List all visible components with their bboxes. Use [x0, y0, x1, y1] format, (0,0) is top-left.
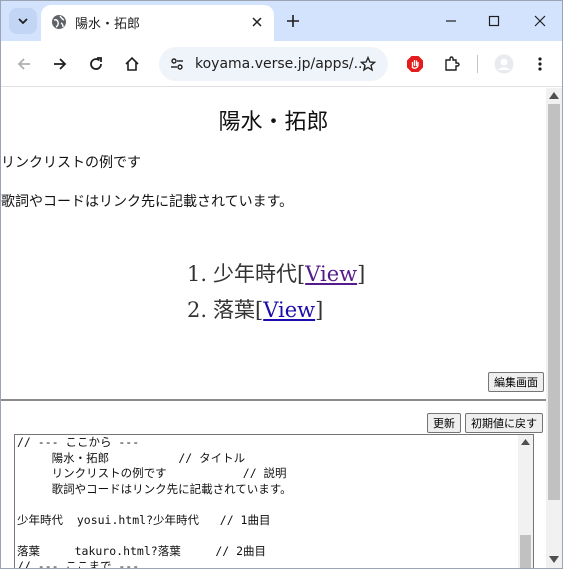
toolbar-divider [477, 55, 478, 73]
browser-window: 陽水・拓郎 koyama.verse.jp/apps/... 陽水・拓郎 リンク… [0, 0, 563, 569]
editor-line: 落葉 takuro.html?落葉 // 2曲目 [17, 543, 267, 558]
list-item-number: 1. [187, 262, 208, 286]
list-item: 2. 落葉[View] [187, 294, 365, 330]
extensions-button[interactable] [441, 53, 463, 75]
list-item: 1. 少年時代[View] [187, 258, 365, 294]
reload-button[interactable] [85, 53, 107, 75]
view-link[interactable]: View [305, 262, 357, 286]
editor-line: // --- ここから --- [17, 435, 140, 449]
arrow-left-icon [17, 58, 30, 70]
menu-button[interactable] [529, 53, 551, 75]
scroll-up-icon [521, 439, 530, 445]
page-title: 陽水・拓郎 [218, 110, 329, 135]
page-viewport: 陽水・拓郎 リンクリストの例です 歌詞やコードはリンク先に記載されています。 1… [1, 88, 546, 568]
maximize-button[interactable] [484, 11, 504, 31]
window-close-button[interactable] [530, 11, 550, 31]
song-title: 少年時代 [213, 262, 297, 286]
avatar-icon [494, 54, 514, 74]
address-bar[interactable]: koyama.verse.jp/apps/... [159, 47, 388, 81]
editor-line: // --- ここまで --- [17, 559, 140, 568]
section-divider [1, 399, 546, 401]
reload-icon [90, 57, 102, 70]
tab-close-button[interactable] [248, 13, 266, 31]
scroll-up-icon [549, 92, 559, 99]
update-button[interactable]: 更新 [427, 413, 461, 433]
scroll-down-icon [549, 556, 559, 563]
close-icon [252, 17, 262, 27]
bracket-close: ] [315, 298, 324, 322]
view-link[interactable]: View [263, 298, 315, 322]
plus-icon [287, 15, 299, 27]
minimize-icon [446, 20, 456, 22]
list-item-number: 2. [187, 298, 208, 322]
extension-stop-button[interactable] [404, 53, 426, 75]
editor-scrollbar[interactable] [518, 435, 533, 568]
new-tab-button[interactable] [283, 11, 303, 31]
puzzle-icon [445, 56, 460, 71]
home-icon [125, 56, 139, 71]
url-text: koyama.verse.jp/apps/... [195, 56, 367, 72]
tab-title: 陽水・拓郎 [75, 17, 141, 32]
browser-toolbar: koyama.verse.jp/apps/... [1, 41, 562, 87]
page-description: リンクリストの例です [1, 155, 141, 171]
editor-line: 陽水・拓郎 // タイトル [17, 450, 246, 465]
editor-scroll-thumb[interactable] [520, 535, 531, 568]
profile-button[interactable] [493, 53, 515, 75]
page-scrollbar[interactable] [546, 88, 562, 568]
forward-button[interactable] [49, 53, 71, 75]
tab-search-button[interactable] [9, 8, 37, 34]
maximize-icon [488, 15, 500, 27]
editor-line: 少年時代 yosui.html?少年時代 // 1曲目 [17, 512, 271, 527]
bracket-open: [ [297, 262, 306, 286]
page-scroll-thumb[interactable] [548, 104, 560, 500]
reset-button[interactable]: 初期値に戻す [465, 413, 543, 433]
home-button[interactable] [121, 53, 143, 75]
editor-line: リンクリストの例です // 説明 [17, 466, 287, 480]
hand-stop-icon [407, 56, 423, 72]
minimize-button[interactable] [441, 11, 461, 31]
editor-lines: // --- ここから --- 陽水・拓郎 // タイトル リンクリストの例です… [17, 435, 292, 568]
edit-screen-button[interactable]: 編集画面 [488, 372, 544, 392]
arrow-right-icon [54, 58, 67, 70]
tune-icon [171, 58, 183, 70]
page-note: 歌詞やコードはリンク先に記載されています。 [1, 194, 294, 210]
chevron-down-icon [18, 18, 28, 25]
globe-icon [52, 15, 66, 29]
editor-line: 歌詞やコードはリンク先に記載されています。 [17, 481, 292, 496]
site-info-button[interactable] [167, 54, 187, 74]
more-vert-icon [538, 57, 542, 71]
back-button[interactable] [13, 53, 35, 75]
bracket-open: [ [255, 298, 264, 322]
source-editor[interactable]: // --- ここから --- 陽水・拓郎 // タイトル リンクリストの例です… [14, 434, 534, 568]
active-tab[interactable]: 陽水・拓郎 [41, 5, 274, 41]
close-icon [534, 15, 546, 27]
song-title: 落葉 [213, 298, 255, 322]
bracket-close: ] [357, 262, 366, 286]
star-icon [360, 56, 376, 72]
bookmark-button[interactable] [358, 54, 378, 74]
song-list: 1. 少年時代[View] 2. 落葉[View] [187, 258, 365, 330]
tab-strip: 陽水・拓郎 [1, 1, 562, 41]
